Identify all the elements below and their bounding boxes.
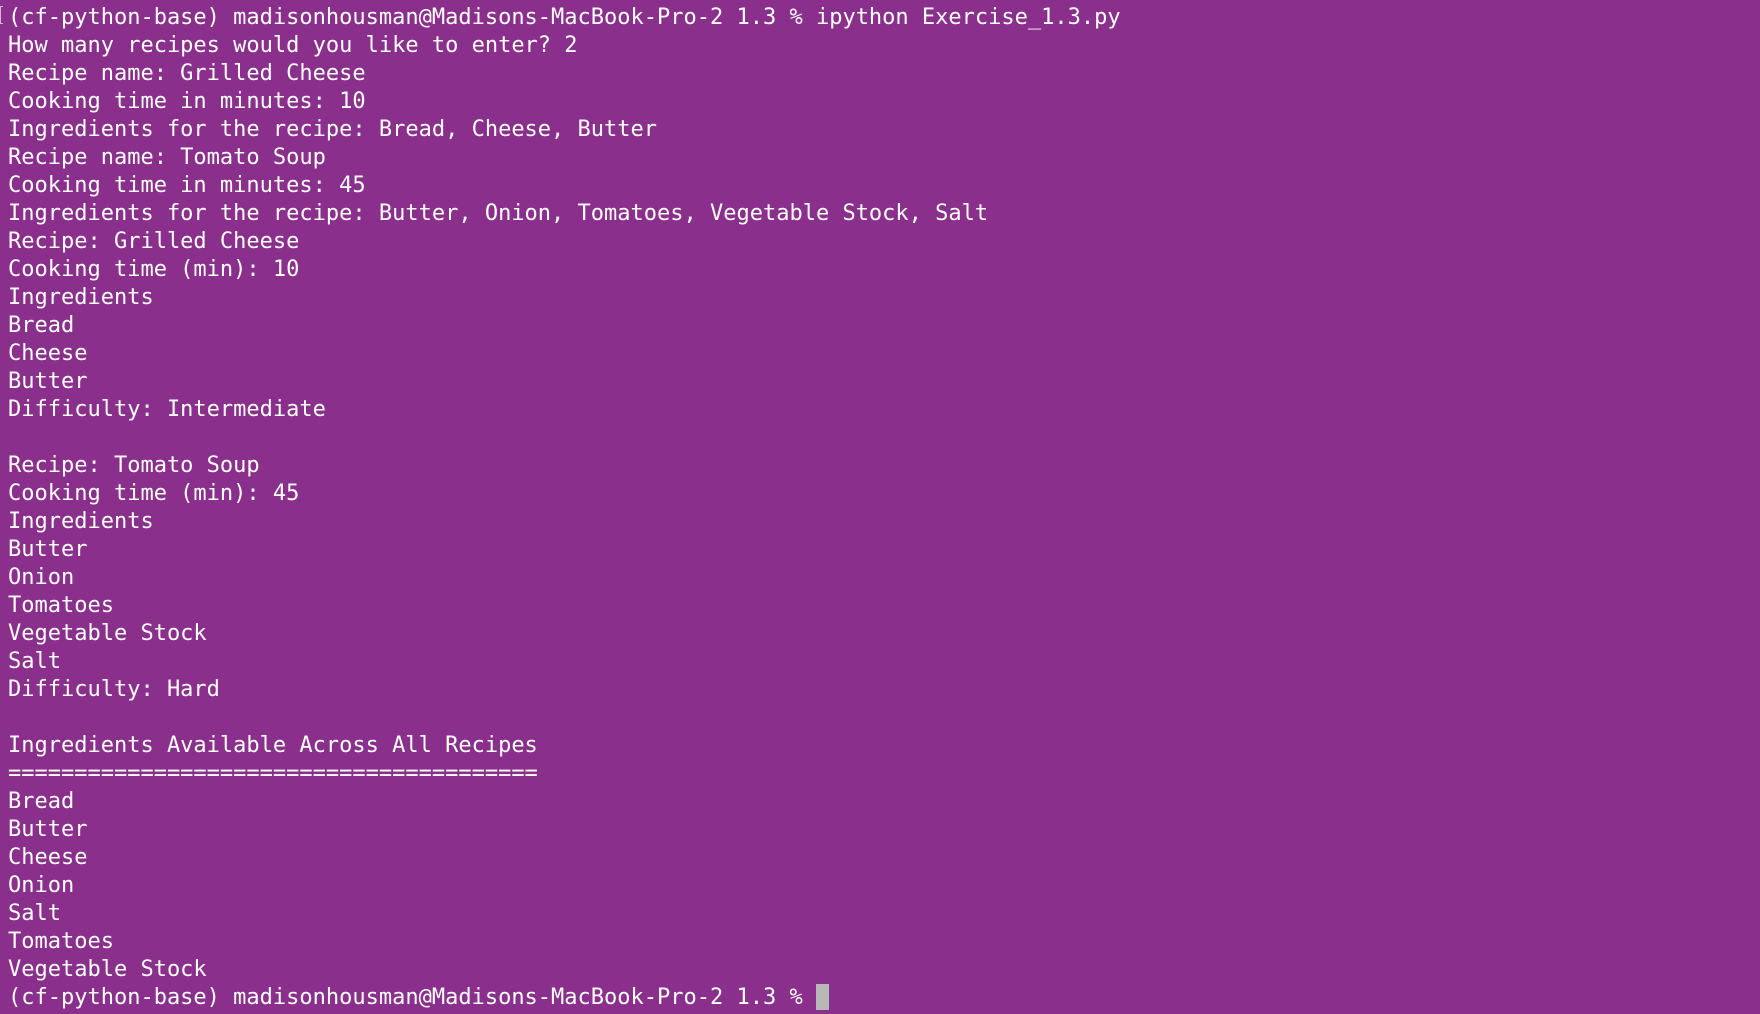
terminal-line: Onion (8, 873, 75, 898)
terminal-line: Salt (8, 649, 61, 674)
terminal-line: Vegetable Stock (8, 621, 207, 646)
terminal-output: (cf-python-base) madisonhousman@Madisons… (8, 4, 1760, 984)
terminal-line: (cf-python-base) madisonhousman@Madisons… (8, 5, 1121, 30)
terminal-line: Ingredients for the recipe: Butter, Onio… (8, 201, 989, 226)
prompt-text: (cf-python-base) madisonhousman@Madisons… (8, 985, 816, 1010)
terminal-line: Onion (8, 565, 75, 590)
terminal-line: Butter (8, 369, 88, 394)
terminal-line: Difficulty: Hard (8, 677, 220, 702)
terminal-line: Tomatoes (8, 593, 114, 618)
terminal-line: Cheese (8, 845, 88, 870)
command-prompt-line[interactable]: (cf-python-base) madisonhousman@Madisons… (8, 984, 1760, 1012)
terminal-line: Vegetable Stock (8, 957, 207, 982)
terminal-line: Salt (8, 901, 61, 926)
terminal-line: Recipe name: Tomato Soup (8, 145, 326, 170)
terminal-line: Butter (8, 537, 88, 562)
terminal-window[interactable]: (cf-python-base) madisonhousman@Madisons… (0, 0, 1760, 1014)
terminal-line: Ingredients for the recipe: Bread, Chees… (8, 117, 658, 142)
terminal-line: Recipe: Grilled Cheese (8, 229, 300, 254)
terminal-line: Tomatoes (8, 929, 114, 954)
terminal-line: Bread (8, 313, 75, 338)
terminal-line: Cooking time (min): 45 (8, 481, 300, 506)
terminal-line: Ingredients (8, 509, 154, 534)
terminal-line: Bread (8, 789, 75, 814)
terminal-line: Butter (8, 817, 88, 842)
terminal-line: Recipe name: Grilled Cheese (8, 61, 366, 86)
terminal-line: Recipe: Tomato Soup (8, 453, 260, 478)
terminal-line: Ingredients (8, 285, 154, 310)
terminal-line: Ingredients Available Across All Recipes (8, 733, 538, 758)
command-mark-icon (0, 6, 3, 24)
terminal-line: How many recipes would you like to enter… (8, 33, 578, 58)
terminal-line: Cooking time (min): 10 (8, 257, 300, 282)
terminal-line: Cooking time in minutes: 10 (8, 89, 366, 114)
terminal-line: Cheese (8, 341, 88, 366)
terminal-line: Cooking time in minutes: 45 (8, 173, 366, 198)
terminal-line: Difficulty: Intermediate (8, 397, 326, 422)
text-cursor (815, 984, 829, 1010)
terminal-line: ======================================== (8, 761, 538, 786)
